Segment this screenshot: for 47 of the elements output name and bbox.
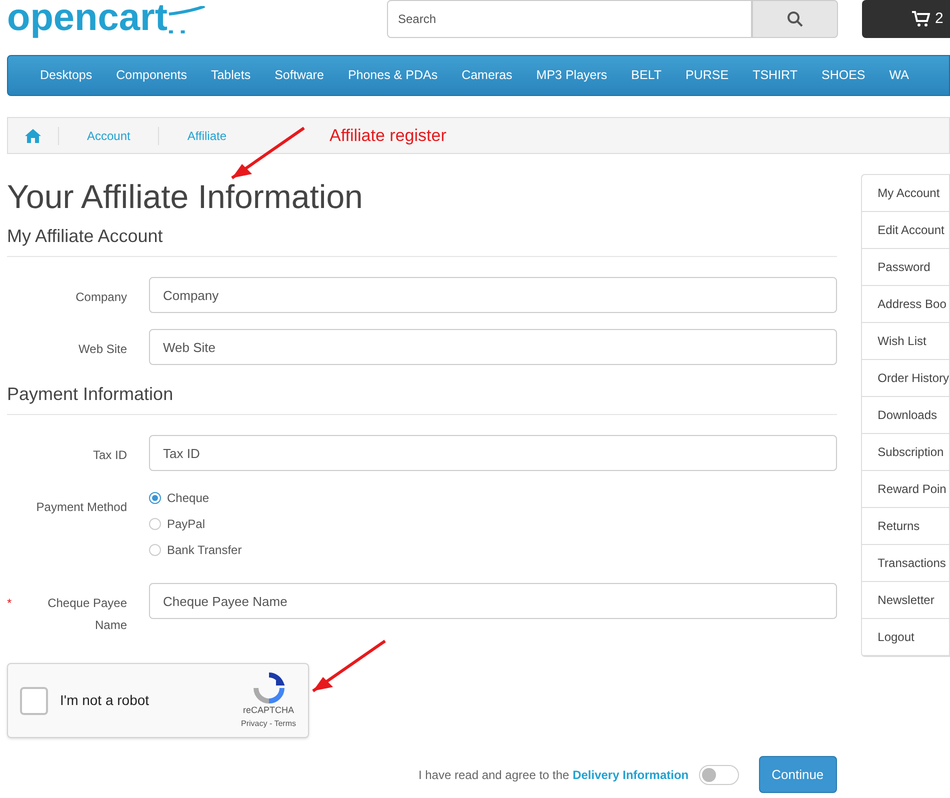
sidebar-link[interactable]: Newsletter [862,582,949,619]
field-label: Cheque Payee Name [46,595,127,634]
radio-option[interactable]: PayPal [149,515,837,534]
sidebar-link[interactable]: Reward Poin [862,471,949,508]
sidebar-link[interactable]: Password [862,249,949,286]
home-icon[interactable] [24,128,42,144]
sidebar-link[interactable]: Wish List [862,323,949,360]
section-title: My Affiliate Account [7,223,837,258]
captcha-checkbox[interactable] [20,686,48,715]
radio-button[interactable] [149,544,161,556]
field-label: Payment Method [36,499,127,516]
annotation-label: Affiliate register [330,124,446,147]
agree-text: I have read and agree to the Delivery Information [418,766,689,784]
text-field[interactable]: Cheque Payee Name [149,583,837,620]
page-title: Your Affiliate Information [7,177,364,217]
sidebar-link[interactable]: Subscription [862,434,949,471]
sidebar-link[interactable]: Logout [862,619,949,656]
text-field[interactable]: Tax ID [149,435,837,472]
radio-option[interactable]: Bank Transfer [149,541,837,560]
text-field[interactable]: Web Site [149,329,837,366]
sidebar-link[interactable]: Edit Account [862,212,949,249]
text-field[interactable]: Company [149,277,837,314]
field-label: Tax ID [92,447,127,464]
agree-toggle[interactable] [698,764,739,785]
cart-logo-icon [167,6,207,36]
sidebar-link[interactable]: Order History [862,360,949,397]
field-label: Web Site [78,341,127,358]
required-mark: * [7,595,12,612]
radio-button[interactable] [149,492,161,504]
cart-icon [912,11,930,27]
sidebar-link[interactable]: Transactions [862,545,949,582]
sidebar-link[interactable]: Downloads [862,397,949,434]
privacy-terms-links[interactable]: Privacy - Terms [241,718,296,730]
cart-button[interactable]: 2 [862,0,950,38]
sidebar-link[interactable]: My Account [862,175,949,212]
sidebar-link[interactable]: Returns [862,508,949,545]
section-title: Payment Information [7,381,837,416]
recaptcha-logo-icon [252,672,285,704]
radio-button[interactable] [149,518,161,530]
sidebar-link[interactable]: Address Boo [862,286,949,323]
search-field[interactable]: Search [387,0,752,38]
captcha-label: I'm not a robot [60,691,150,710]
search-icon [787,11,803,27]
radio-option[interactable]: Cheque [149,489,837,508]
field-label: Company [76,289,127,306]
search-button[interactable] [752,0,838,38]
recaptcha-brand: reCAPTCHA [243,704,294,717]
